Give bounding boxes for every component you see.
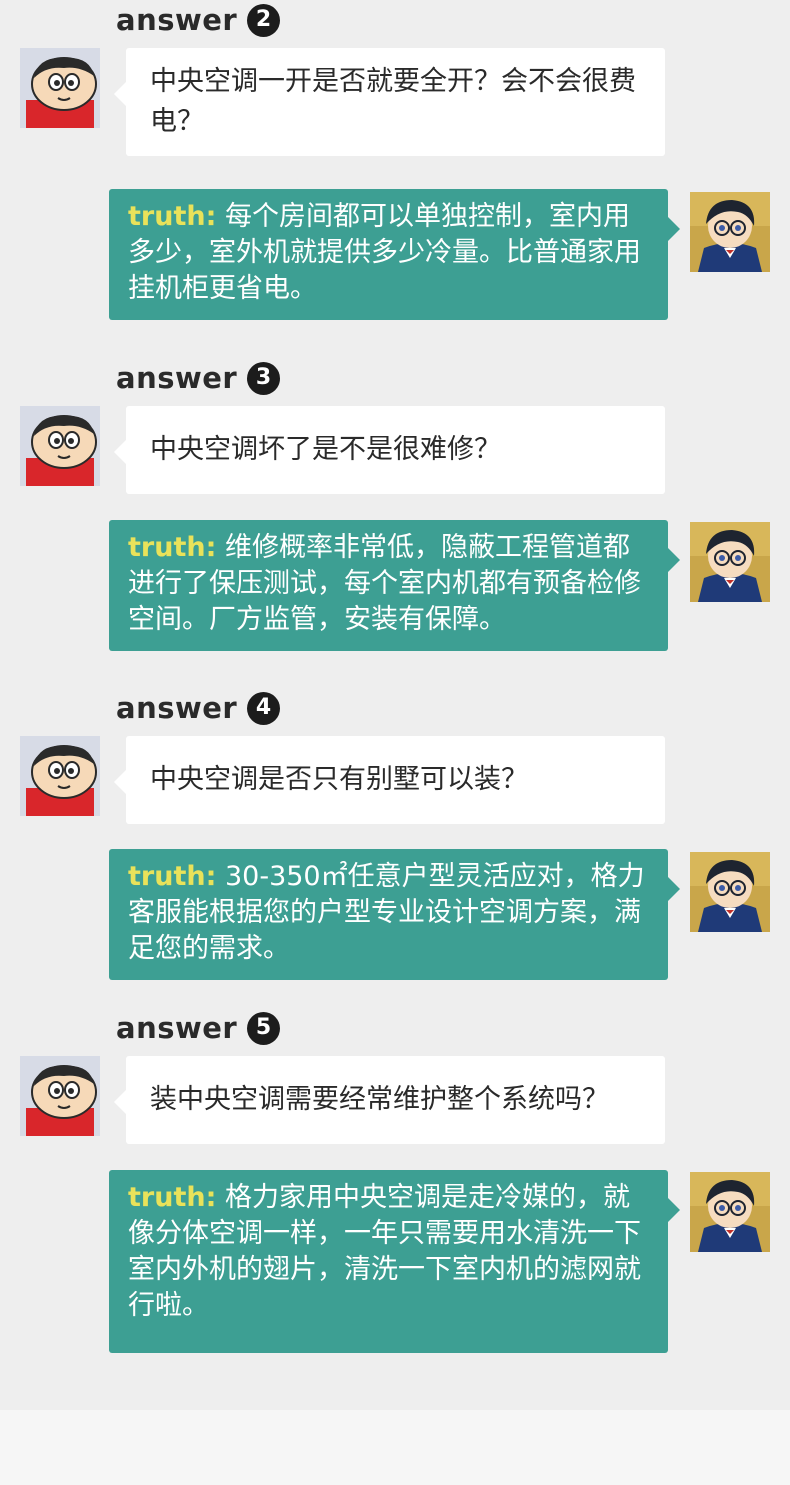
answer-number-badge: 5 <box>247 1011 281 1045</box>
question-bubble: 中央空调一开是否就要全开？会不会很费电？ <box>114 48 665 156</box>
answer-label-3: answer 3 <box>116 358 281 398</box>
footer-band <box>0 1410 790 1485</box>
question-text: 中央空调一开是否就要全开？会不会很费电？ <box>150 66 636 137</box>
detective-boy-avatar-icon <box>690 852 770 932</box>
detective-boy-avatar-icon <box>690 522 770 602</box>
question-bubble: 装中央空调需要经常维护整个系统吗？ <box>114 1056 665 1144</box>
truth-prefix: truth: <box>128 861 217 892</box>
cartoon-boy-avatar-icon <box>20 736 100 816</box>
answer-label-text: answer <box>116 361 238 395</box>
answer-label-2: answer 2 <box>116 0 281 40</box>
chat-page: answer 2 中央空调一开是否就要全开？会不会很费电？ truth: 每个房… <box>0 0 790 1410</box>
truth-bubble: truth: 维修概率非常低，隐蔽工程管道都进行了保压测试，每个室内机都有预备检… <box>109 520 680 651</box>
answer-label-5: answer 5 <box>116 1008 281 1048</box>
cartoon-boy-avatar-icon <box>20 1056 100 1136</box>
truth-bubble: truth: 每个房间都可以单独控制，室内用多少，室外机就提供多少冷量。比普通家… <box>109 189 680 320</box>
truth-bubble: truth: 30-350㎡任意户型灵活应对，格力客服能根据您的户型专业设计空调… <box>109 849 680 980</box>
question-text: 装中央空调需要经常维护整个系统吗？ <box>150 1084 609 1115</box>
answer-label-text: answer <box>116 691 238 725</box>
answer-label-text: answer <box>116 1011 238 1045</box>
truth-prefix: truth: <box>128 1182 217 1213</box>
truth-prefix: truth: <box>128 201 217 232</box>
truth-bubble: truth: 格力家用中央空调是走冷媒的，就像分体空调一样，一年只需要用水清洗一… <box>109 1170 680 1353</box>
detective-boy-avatar-icon <box>690 192 770 272</box>
question-bubble: 中央空调是否只有别墅可以装？ <box>114 736 665 824</box>
answer-label-4: answer 4 <box>116 688 281 728</box>
answer-label-text: answer <box>116 3 238 37</box>
answer-number-badge: 2 <box>247 3 281 37</box>
answer-number-badge: 4 <box>247 691 281 725</box>
cartoon-boy-avatar-icon <box>20 48 100 128</box>
detective-boy-avatar-icon <box>690 1172 770 1252</box>
question-text: 中央空调是否只有别墅可以装？ <box>150 764 528 795</box>
truth-prefix: truth: <box>128 532 217 563</box>
question-bubble: 中央空调坏了是不是很难修？ <box>114 406 665 494</box>
question-text: 中央空调坏了是不是很难修？ <box>150 434 501 465</box>
cartoon-boy-avatar-icon <box>20 406 100 486</box>
answer-number-badge: 3 <box>247 361 281 395</box>
